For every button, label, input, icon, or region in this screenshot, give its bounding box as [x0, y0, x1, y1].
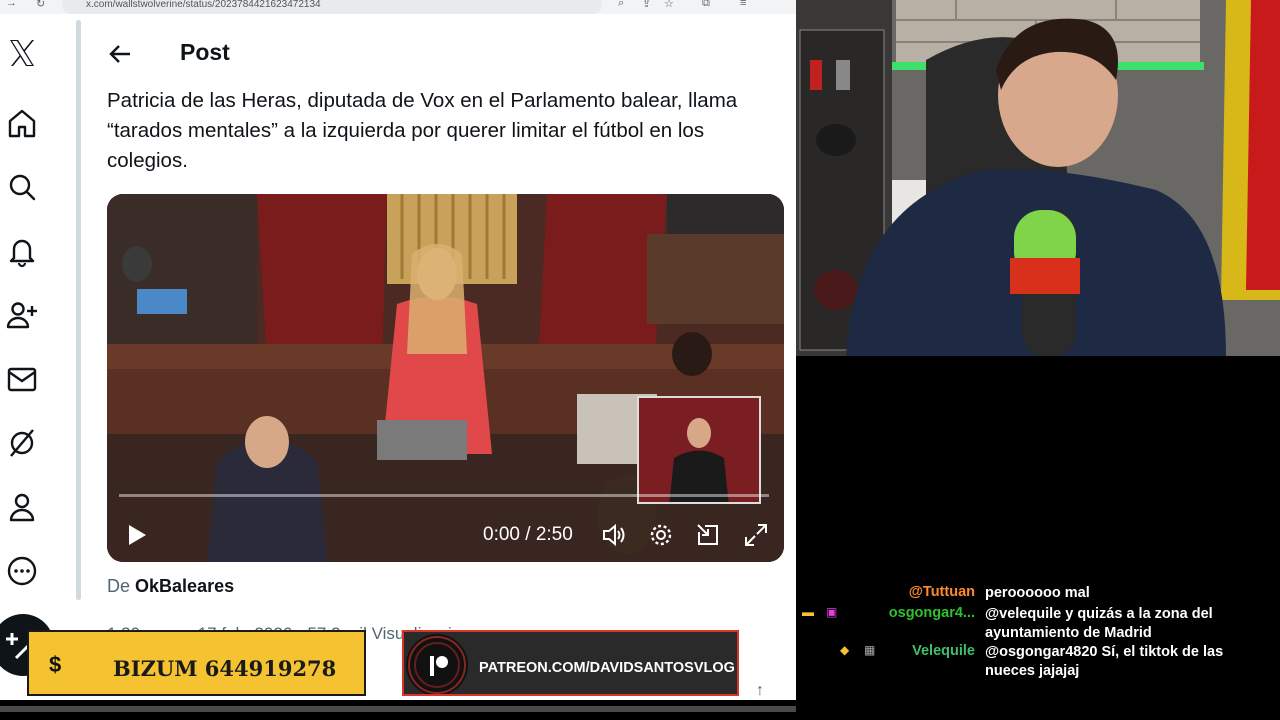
video-progress-bar[interactable]: [119, 494, 769, 497]
patreon-logo-icon: [406, 634, 468, 694]
source-prefix: De: [107, 576, 131, 596]
moderator-badge-icon: ◆: [840, 643, 850, 657]
search-icon[interactable]: [5, 170, 39, 204]
chat-text: @velequile y quizás a la zona del ayunta…: [985, 606, 1213, 641]
page-title: Post: [180, 39, 230, 65]
dollar-icon: $: [49, 652, 62, 677]
chat-text: @osgongar4820 Sí, el tiktok de las nuece…: [985, 644, 1224, 679]
scroll-up-icon[interactable]: ↑: [756, 682, 764, 700]
settings-gear-icon[interactable]: [648, 522, 674, 548]
fullscreen-icon[interactable]: [743, 522, 769, 548]
follow-icon[interactable]: [5, 298, 39, 332]
scrollbar[interactable]: [76, 20, 81, 600]
bottom-strip: [0, 700, 796, 720]
patreon-banner: PATREON.COM/DAVIDSANTOSVLOG: [402, 630, 739, 696]
source-link[interactable]: OkBaleares: [135, 576, 234, 596]
bizum-banner: $ BIZUM 644919278: [27, 630, 366, 696]
browser-window: → ↻ x.com/wallstwolverine/status/2023784…: [0, 0, 796, 700]
home-icon[interactable]: [5, 106, 39, 140]
chat-username: @Tuttuan: [908, 584, 975, 600]
video-frame: [107, 194, 784, 562]
stream-chat: @Tuttuan peroooooo mal ▬ ▣ osgongar4... …: [796, 356, 1280, 720]
bizum-label: BIZUM 644919278: [113, 656, 337, 681]
volume-icon[interactable]: [601, 522, 627, 548]
chat-username: osgongar4...: [888, 605, 975, 621]
post-header: Post: [100, 34, 700, 74]
webcam-feed: [796, 0, 1280, 356]
chat-username: Velequile: [912, 643, 975, 659]
sign-language-inset: [637, 396, 761, 504]
share-icon[interactable]: ⇪: [642, 0, 651, 10]
mail-icon[interactable]: [5, 362, 39, 396]
video-source: De OkBaleares: [107, 576, 234, 597]
more-icon[interactable]: [5, 554, 39, 588]
patreon-label: PATREON.COM/DAVIDSANTOSVLOG: [479, 660, 735, 676]
bell-icon[interactable]: [5, 234, 39, 268]
extensions-icon[interactable]: ⧉: [702, 0, 710, 10]
reload-icon[interactable]: ↻: [36, 0, 45, 10]
gift-badge-icon: ▬: [802, 605, 814, 619]
vip-badge-icon: ▦: [864, 643, 876, 657]
grok-icon[interactable]: [5, 426, 39, 460]
video-timecode: 0:00 / 2:50: [483, 524, 573, 545]
x-logo-icon[interactable]: [5, 36, 39, 70]
address-bar[interactable]: x.com/wallstwolverine/status/20237844216…: [62, 0, 602, 14]
chat-text: peroooooo mal: [985, 585, 1090, 601]
tweet-text: Patricia de las Heras, diputada de Vox e…: [107, 89, 738, 172]
x-sidebar: [0, 14, 70, 700]
back-nav-icon[interactable]: →: [6, 0, 17, 9]
menu-icon[interactable]: ≡: [740, 0, 746, 9]
bookmark-star-icon[interactable]: ☆: [664, 0, 674, 10]
play-icon[interactable]: [123, 522, 149, 548]
browser-toolbar: → ↻ x.com/wallstwolverine/status/2023784…: [0, 0, 796, 14]
profile-icon[interactable]: [5, 490, 39, 524]
subscriber-badge-icon: ▣: [826, 605, 838, 619]
back-arrow-icon[interactable]: [106, 40, 134, 68]
video-player[interactable]: 0:00 / 2:50: [107, 194, 784, 562]
picture-in-picture-icon[interactable]: [695, 522, 721, 548]
zoom-icon[interactable]: ⌕: [618, 0, 624, 10]
